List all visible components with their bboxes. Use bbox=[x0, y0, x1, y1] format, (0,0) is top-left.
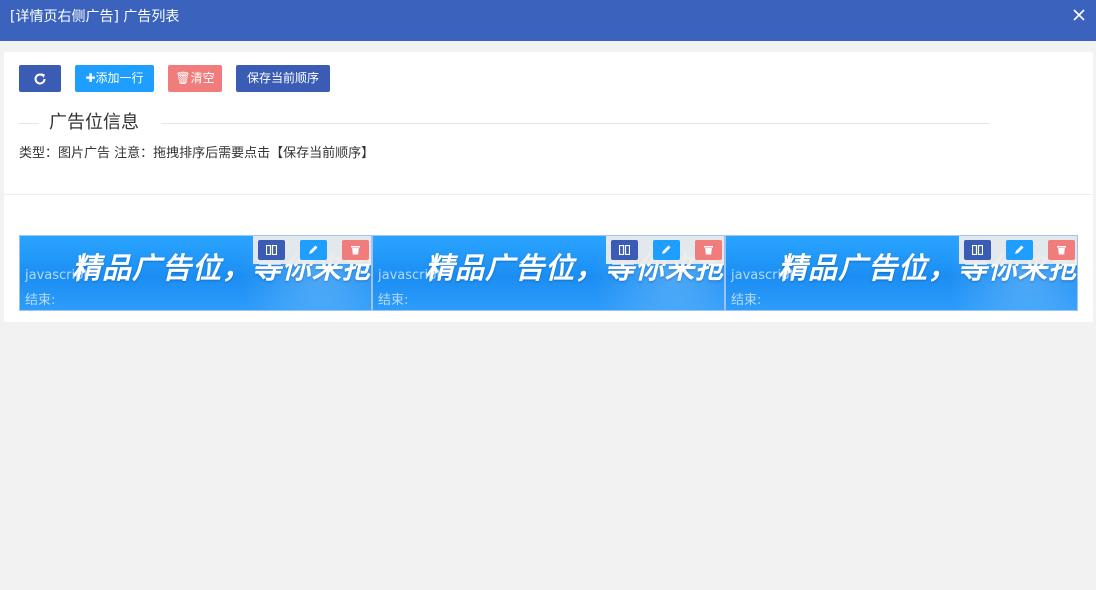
refresh-icon bbox=[34, 72, 46, 85]
close-icon[interactable] bbox=[1072, 8, 1086, 22]
dialog-title: [详情页右侧广告] 广告列表 bbox=[10, 9, 180, 25]
notice-text: 类型：图片广告 注意：拖拽排序后需要点击【保存当前顺序】 bbox=[19, 146, 375, 161]
legend-divider-right bbox=[161, 123, 989, 124]
ad-actions bbox=[959, 236, 1077, 264]
pencil-icon bbox=[662, 245, 671, 254]
edit-button[interactable] bbox=[300, 240, 327, 260]
pencil-icon bbox=[309, 245, 318, 254]
ad-card[interactable]: 精品广告位，等你来抢 javascript 结束: bbox=[372, 235, 725, 311]
edit-button[interactable] bbox=[653, 240, 680, 260]
ad-end-label: 结束: bbox=[25, 293, 56, 308]
view-button[interactable] bbox=[258, 240, 285, 260]
delete-button[interactable] bbox=[1048, 240, 1075, 260]
columns-icon bbox=[619, 245, 630, 255]
columns-icon bbox=[266, 245, 277, 255]
save-order-button[interactable]: 保存当前顺序 bbox=[236, 65, 330, 92]
legend-divider-left bbox=[19, 123, 39, 124]
delete-button[interactable] bbox=[695, 240, 722, 260]
ad-link-text: javascript bbox=[731, 268, 795, 283]
pencil-icon bbox=[1015, 245, 1024, 254]
section-divider bbox=[4, 194, 1093, 195]
ad-link-text: javascript bbox=[378, 268, 442, 283]
add-row-button[interactable]: ✚添加一行 bbox=[75, 65, 154, 92]
edit-button[interactable] bbox=[1006, 240, 1033, 260]
columns-icon bbox=[972, 245, 983, 255]
ad-end-label: 结束: bbox=[731, 293, 762, 308]
trash-icon bbox=[704, 246, 713, 255]
clear-button[interactable]: 🗑清空 bbox=[168, 65, 222, 92]
dialog-titlebar: [详情页右侧广告] 广告列表 bbox=[0, 0, 1096, 41]
delete-button[interactable] bbox=[342, 240, 369, 260]
ad-card[interactable]: 精品广告位，等你来抢 javascript 结束: bbox=[725, 235, 1078, 311]
section-legend: 广告位信息 bbox=[49, 112, 139, 133]
ad-card[interactable]: 精品广告位，等你来抢 javascript 结束: bbox=[19, 235, 372, 311]
trash-icon bbox=[1057, 246, 1066, 255]
view-button[interactable] bbox=[964, 240, 991, 260]
ad-actions bbox=[253, 236, 371, 264]
ad-link-text: javascript bbox=[25, 268, 89, 283]
view-button[interactable] bbox=[611, 240, 638, 260]
ad-list-panel: ✚添加一行 🗑清空 保存当前顺序 广告位信息 类型：图片广告 注意：拖拽排序后需… bbox=[4, 52, 1093, 322]
ad-actions bbox=[606, 236, 724, 264]
trash-icon bbox=[351, 246, 360, 255]
ad-end-label: 结束: bbox=[378, 293, 409, 308]
refresh-button[interactable] bbox=[19, 65, 61, 92]
